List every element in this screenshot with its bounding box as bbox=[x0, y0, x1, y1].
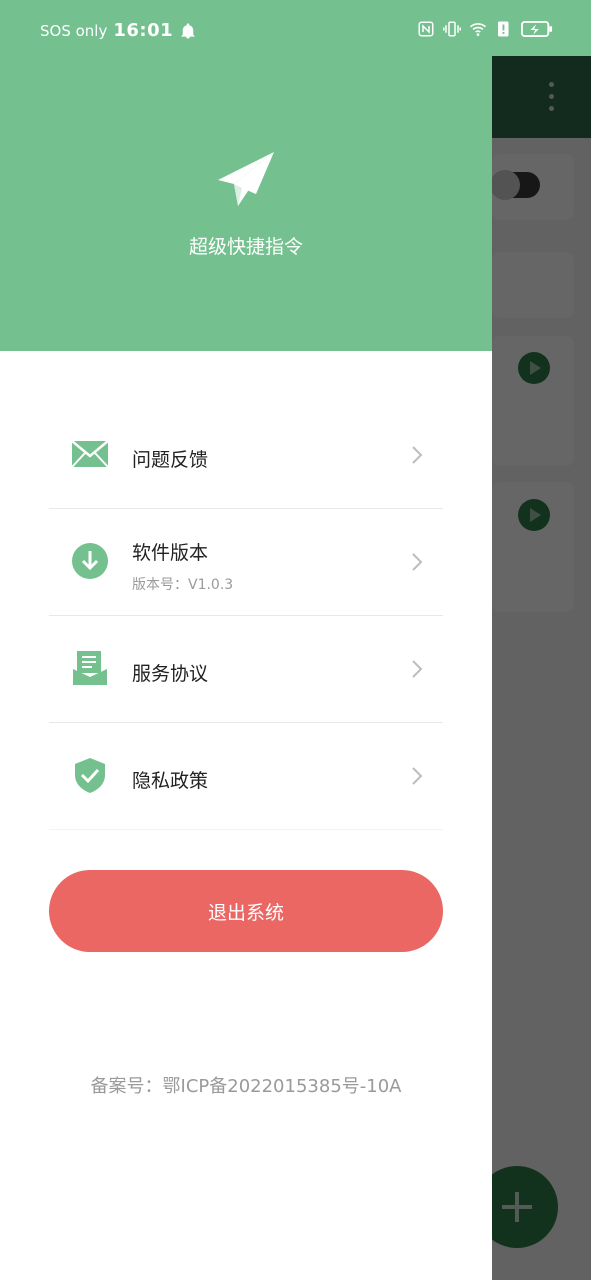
menu-item-privacy-policy[interactable]: 隐私政策 bbox=[49, 722, 443, 830]
app-title: 超级快捷指令 bbox=[188, 236, 303, 258]
menu-item-label: 隐私政策 bbox=[132, 770, 209, 792]
icp-record-text: 备案号：鄂ICP备2022015385号-10A bbox=[90, 1076, 402, 1097]
chevron-right-icon bbox=[412, 553, 423, 571]
chevron-right-icon bbox=[412, 767, 423, 785]
shield-check-icon bbox=[75, 758, 105, 793]
vibrate-icon bbox=[443, 21, 461, 37]
wifi-icon bbox=[469, 23, 487, 36]
chevron-right-icon bbox=[412, 446, 423, 464]
version-number: 版本号：V1.0.3 bbox=[132, 577, 234, 593]
menu-item-label: 问题反馈 bbox=[132, 449, 209, 471]
navigation-drawer: 超级快捷指令 问题反馈 软件版本 版本号：V1.0.3 服务协议 隐私政策 退出… bbox=[0, 0, 492, 1280]
battery-charging-icon bbox=[521, 21, 553, 37]
bell-icon bbox=[181, 22, 195, 38]
paper-plane-icon bbox=[218, 152, 274, 206]
status-time: 16:01 bbox=[113, 20, 174, 41]
logout-button[interactable]: 退出系统 bbox=[49, 870, 443, 952]
menu-item-service-agreement[interactable]: 服务协议 bbox=[49, 615, 443, 723]
status-bar: SOS only 16:01 bbox=[0, 0, 591, 56]
menu-item-label: 服务协议 bbox=[132, 663, 209, 685]
menu-item-label: 软件版本 bbox=[132, 542, 209, 564]
mail-icon bbox=[71, 440, 109, 468]
nfc-icon bbox=[418, 21, 434, 37]
download-icon bbox=[72, 543, 108, 579]
menu-item-version[interactable]: 软件版本 版本号：V1.0.3 bbox=[49, 508, 443, 616]
alert-icon bbox=[498, 21, 509, 37]
carrier-text: SOS only bbox=[40, 21, 108, 40]
menu-item-feedback[interactable]: 问题反馈 bbox=[49, 401, 443, 509]
chevron-right-icon bbox=[412, 660, 423, 678]
document-icon bbox=[73, 651, 107, 685]
